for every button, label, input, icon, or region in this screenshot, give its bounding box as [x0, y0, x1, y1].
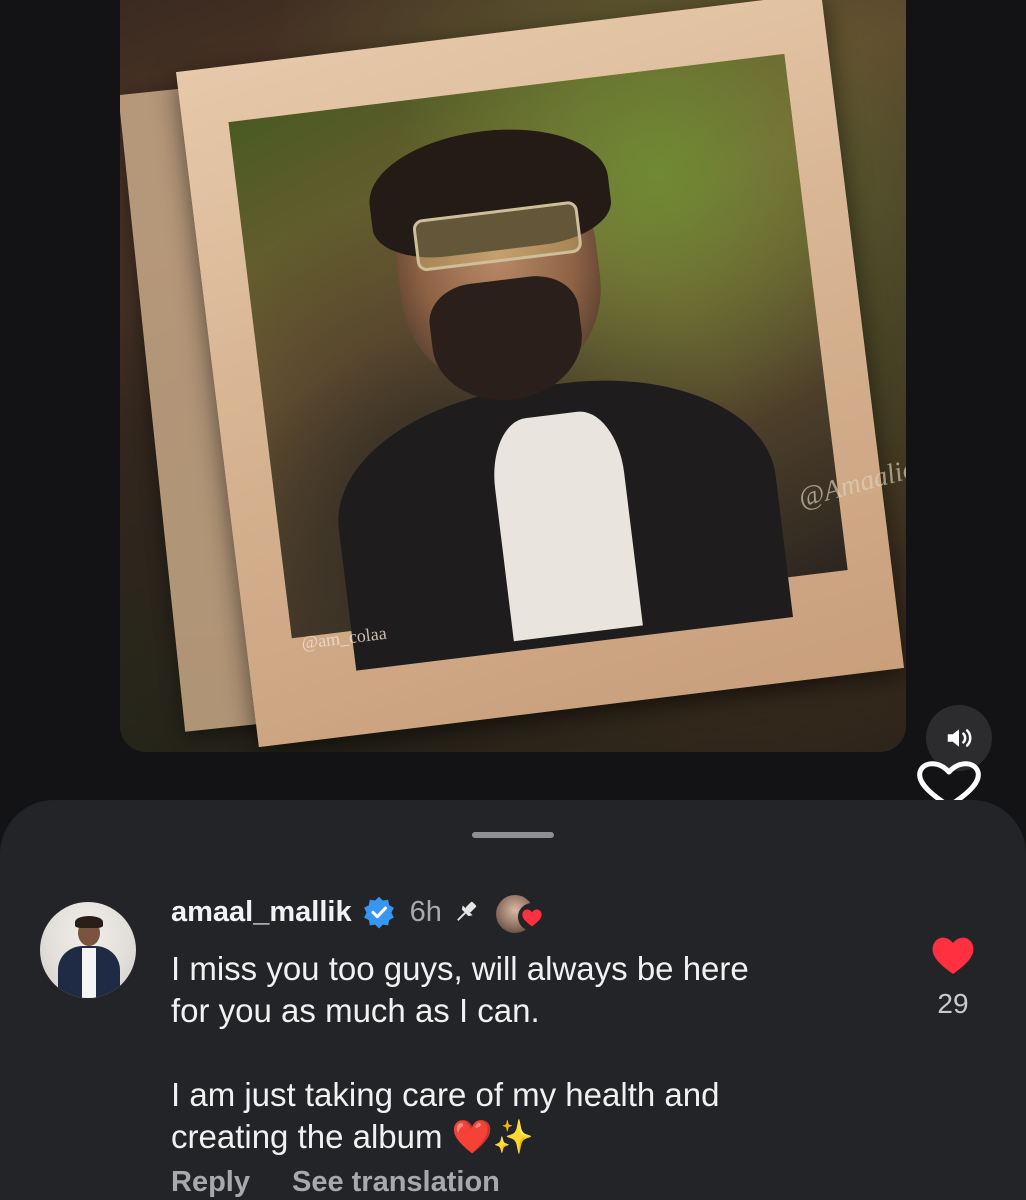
verified-badge-icon: [363, 896, 394, 929]
comment-like-count: 29: [937, 988, 969, 1019]
portrait-photo: @Amaalic: [228, 53, 906, 671]
avatar-hair: [75, 916, 103, 928]
creator-liked-badge: [493, 891, 546, 935]
comment-actions: Reply See translation: [171, 1166, 500, 1199]
see-translation-button[interactable]: See translation: [292, 1166, 500, 1199]
speaker-volume-icon: [947, 729, 972, 747]
reel-comments-screen: @Amaalic @am_colaa amaal_mallik 6h I mis…: [0, 0, 1026, 1200]
comment-header: amaal_mallik 6h: [171, 890, 546, 935]
comment-body: I miss you too guys, will always be here…: [171, 950, 749, 1155]
creator-heart-icon: [517, 903, 546, 931]
comment-like-icon[interactable]: [930, 934, 976, 976]
polaroid-image: @Amaalic @am_colaa: [175, 0, 906, 748]
comment-timestamp: 6h: [409, 895, 442, 928]
avatar-shirt: [82, 948, 96, 998]
reel-video[interactable]: @Amaalic @am_colaa: [120, 0, 906, 752]
sheet-drag-handle[interactable]: [472, 832, 554, 838]
pin-icon: [456, 901, 477, 921]
comment-username[interactable]: amaal_mallik: [171, 896, 352, 929]
reply-button[interactable]: Reply: [171, 1166, 250, 1199]
avatar[interactable]: [40, 902, 136, 998]
